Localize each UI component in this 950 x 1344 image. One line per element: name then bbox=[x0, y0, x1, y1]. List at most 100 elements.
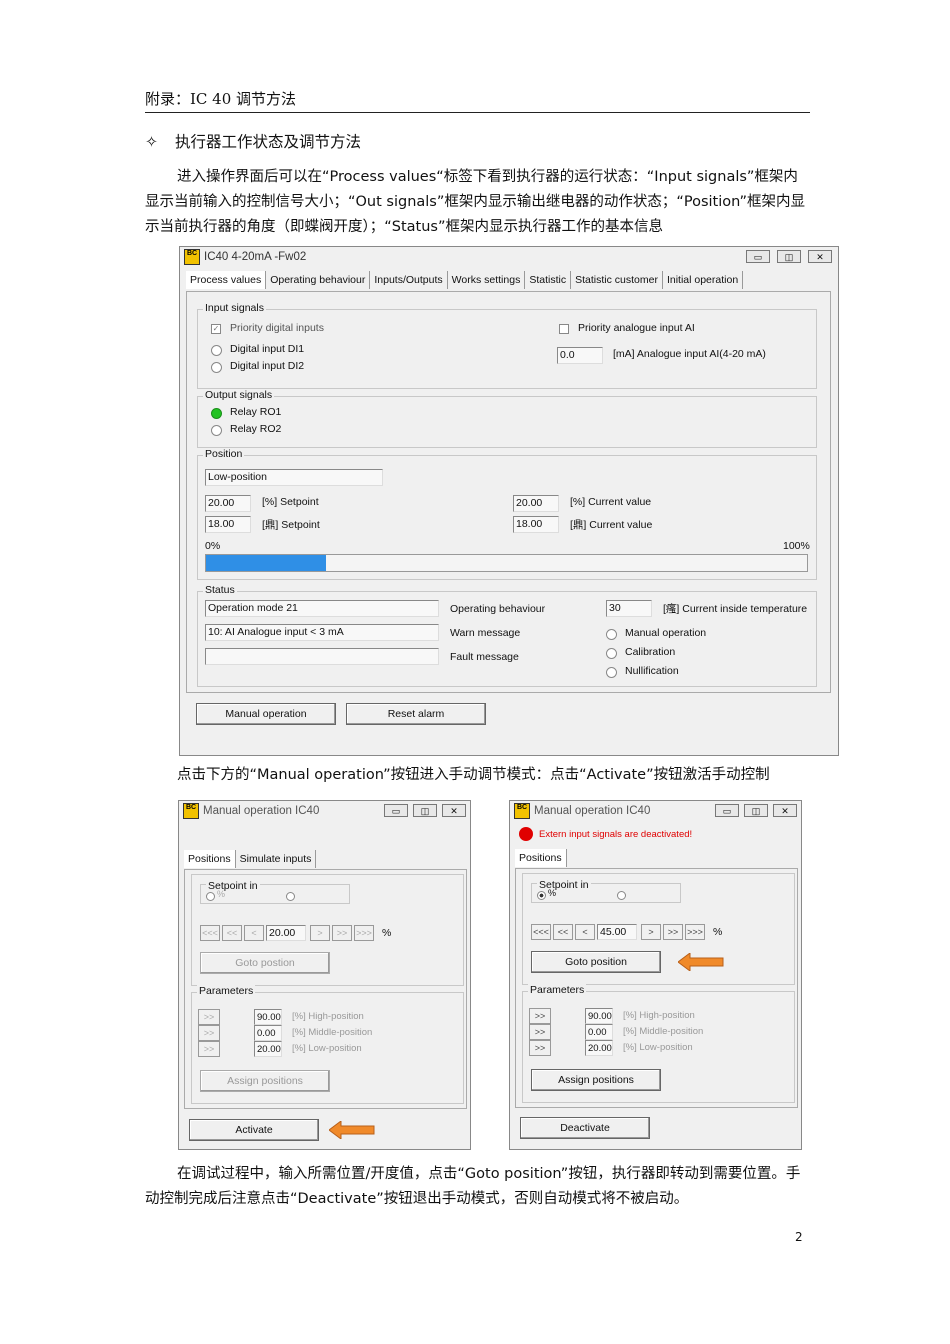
bullet-icon: ✧ bbox=[145, 133, 158, 151]
title-bar: BC IC40 4-20mA -Fw02 bbox=[180, 247, 838, 267]
setpoint-value-input[interactable]: 20.00 bbox=[266, 925, 306, 941]
param-middle-button[interactable]: >> bbox=[198, 1025, 220, 1041]
step-down-medium-button[interactable]: << bbox=[553, 924, 573, 940]
parameters-group: Parameters >> >> >> 90.00 0.00 20.00 [%]… bbox=[522, 984, 795, 1103]
priority-analogue-checkbox[interactable] bbox=[559, 324, 569, 334]
parameters-group: Parameters >> >> >> 90.00 0.00 20.00 [%]… bbox=[191, 985, 464, 1104]
step-down-small-button[interactable]: < bbox=[244, 925, 264, 941]
goto-position-button[interactable]: Goto position bbox=[531, 951, 661, 973]
pct-radio-selected[interactable] bbox=[537, 891, 546, 900]
maximize-icon[interactable]: ◫ bbox=[413, 804, 437, 817]
parameters-label: Parameters bbox=[197, 985, 256, 997]
step-up-small-button[interactable]: > bbox=[310, 925, 330, 941]
calibration-indicator bbox=[606, 648, 617, 659]
tab-statistic-customer[interactable]: Statistic customer bbox=[571, 271, 663, 289]
temperature-field: 30 bbox=[606, 600, 652, 617]
output-signals-label: Output signals bbox=[203, 389, 275, 401]
deg-radio[interactable] bbox=[617, 891, 626, 900]
setpoint-deg-label: [鼎] Setpoint bbox=[262, 519, 320, 531]
alert-message: Extern input signals are deactivated! bbox=[539, 829, 693, 840]
step-down-large-button[interactable]: <<< bbox=[531, 924, 551, 940]
priority-digital-checkbox[interactable]: ✓ bbox=[211, 324, 221, 334]
pct-label: % bbox=[217, 889, 226, 899]
pct-label: % bbox=[548, 888, 557, 898]
pct-radio[interactable] bbox=[206, 892, 215, 901]
param-low-button[interactable]: >> bbox=[529, 1040, 551, 1056]
middle-position-field[interactable]: 0.00 bbox=[254, 1025, 282, 1041]
tab-initial-operation[interactable]: Initial operation bbox=[663, 271, 744, 289]
tab-inputs-outputs[interactable]: Inputs/Outputs bbox=[370, 271, 448, 289]
manual-status-label: Manual operation bbox=[625, 627, 707, 639]
step-up-large-button[interactable]: >>> bbox=[685, 924, 705, 940]
current-pct-label: [%] Current value bbox=[570, 496, 652, 508]
minimize-icon[interactable]: ▭ bbox=[746, 250, 770, 263]
tab-positions[interactable]: Positions bbox=[515, 849, 567, 867]
setpoint-pct-field: 20.00 bbox=[205, 495, 251, 512]
input-signals-label: Input signals bbox=[203, 302, 266, 314]
ro2-label: Relay RO2 bbox=[230, 423, 282, 435]
window-title: Manual operation IC40 bbox=[534, 805, 651, 817]
status-label: Status bbox=[203, 584, 237, 596]
nullification-label: Nullification bbox=[625, 665, 679, 677]
arrow-left-icon bbox=[329, 1121, 375, 1139]
nullification-indicator bbox=[606, 667, 617, 678]
step-down-large-button[interactable]: <<< bbox=[200, 925, 220, 941]
paragraph-manual: 点击下方的“Manual operation”按钮进入手动调节模式：点击“Act… bbox=[177, 767, 770, 783]
param-high-button[interactable]: >> bbox=[198, 1009, 220, 1025]
step-up-medium-button[interactable]: >> bbox=[663, 924, 683, 940]
maximize-icon[interactable]: ◫ bbox=[777, 250, 801, 263]
high-position-field[interactable]: 90.00 bbox=[585, 1008, 613, 1024]
step-down-medium-button[interactable]: << bbox=[222, 925, 242, 941]
tab-statistic[interactable]: Statistic bbox=[525, 271, 572, 289]
param-low-button[interactable]: >> bbox=[198, 1041, 220, 1057]
setpoint-group: Setpoint in % <<< << < 45.00 > >> >>> % … bbox=[522, 873, 795, 985]
paragraph-intro: 进入操作界面后可以在“Process values“标签下看到执行器的运行状态：… bbox=[145, 169, 806, 235]
low-position-field[interactable]: 20.00 bbox=[585, 1040, 613, 1056]
reset-alarm-button[interactable]: Reset alarm bbox=[346, 703, 486, 725]
bc-logo-icon: BC bbox=[184, 249, 200, 265]
minimize-icon[interactable]: ▭ bbox=[715, 804, 739, 817]
param-high-button[interactable]: >> bbox=[529, 1008, 551, 1024]
section-heading: ✧ 执行器工作状态及调节方法 bbox=[145, 130, 361, 152]
di1-label: Digital input DI1 bbox=[230, 343, 305, 355]
setpoint-in-box: Setpoint in % bbox=[531, 879, 681, 903]
deg-radio[interactable] bbox=[286, 892, 295, 901]
maximize-icon[interactable]: ◫ bbox=[744, 804, 768, 817]
assign-positions-button[interactable]: Assign positions bbox=[200, 1070, 330, 1092]
tab-positions[interactable]: Positions bbox=[184, 850, 236, 868]
tab-operating-behaviour[interactable]: Operating behaviour bbox=[266, 271, 371, 289]
goto-position-button[interactable]: Goto postion bbox=[200, 952, 330, 974]
close-icon[interactable]: ✕ bbox=[442, 804, 466, 817]
operation-mode-field: Operation mode 21 bbox=[205, 600, 439, 617]
setpoint-in-label: Setpoint in bbox=[206, 880, 260, 892]
window-title: Manual operation IC40 bbox=[203, 805, 320, 817]
ai-value-field: 0.0 bbox=[557, 347, 603, 364]
close-icon[interactable]: ✕ bbox=[808, 250, 832, 263]
tab-process-values[interactable]: Process values bbox=[186, 271, 267, 289]
position-state-field: Low-position bbox=[205, 469, 383, 486]
activate-button[interactable]: Activate bbox=[189, 1119, 319, 1141]
manual-operation-button[interactable]: Manual operation bbox=[196, 703, 336, 725]
minimize-icon[interactable]: ▭ bbox=[384, 804, 408, 817]
high-position-label: [%] High-position bbox=[292, 1011, 364, 1022]
middle-position-field[interactable]: 0.00 bbox=[585, 1024, 613, 1040]
param-middle-button[interactable]: >> bbox=[529, 1024, 551, 1040]
alert-icon bbox=[519, 827, 533, 841]
position-label: Position bbox=[203, 448, 245, 460]
warn-message-field: 10: AI Analogue input < 3 mA bbox=[205, 624, 439, 641]
close-icon[interactable]: ✕ bbox=[773, 804, 797, 817]
step-up-medium-button[interactable]: >> bbox=[332, 925, 352, 941]
progress-min-label: 0% bbox=[205, 540, 221, 552]
high-position-field[interactable]: 90.00 bbox=[254, 1009, 282, 1025]
assign-positions-button[interactable]: Assign positions bbox=[531, 1069, 661, 1091]
step-down-small-button[interactable]: < bbox=[575, 924, 595, 940]
deactivate-button[interactable]: Deactivate bbox=[520, 1117, 650, 1139]
step-up-large-button[interactable]: >>> bbox=[354, 925, 374, 941]
high-position-label: [%] High-position bbox=[623, 1010, 695, 1021]
setpoint-value-input[interactable]: 45.00 bbox=[597, 924, 637, 940]
tab-works-settings[interactable]: Works settings bbox=[448, 271, 526, 289]
step-up-small-button[interactable]: > bbox=[641, 924, 661, 940]
low-position-field[interactable]: 20.00 bbox=[254, 1041, 282, 1057]
tab-simulate-inputs[interactable]: Simulate inputs bbox=[236, 850, 317, 868]
setpoint-in-box: Setpoint in % bbox=[200, 880, 350, 904]
